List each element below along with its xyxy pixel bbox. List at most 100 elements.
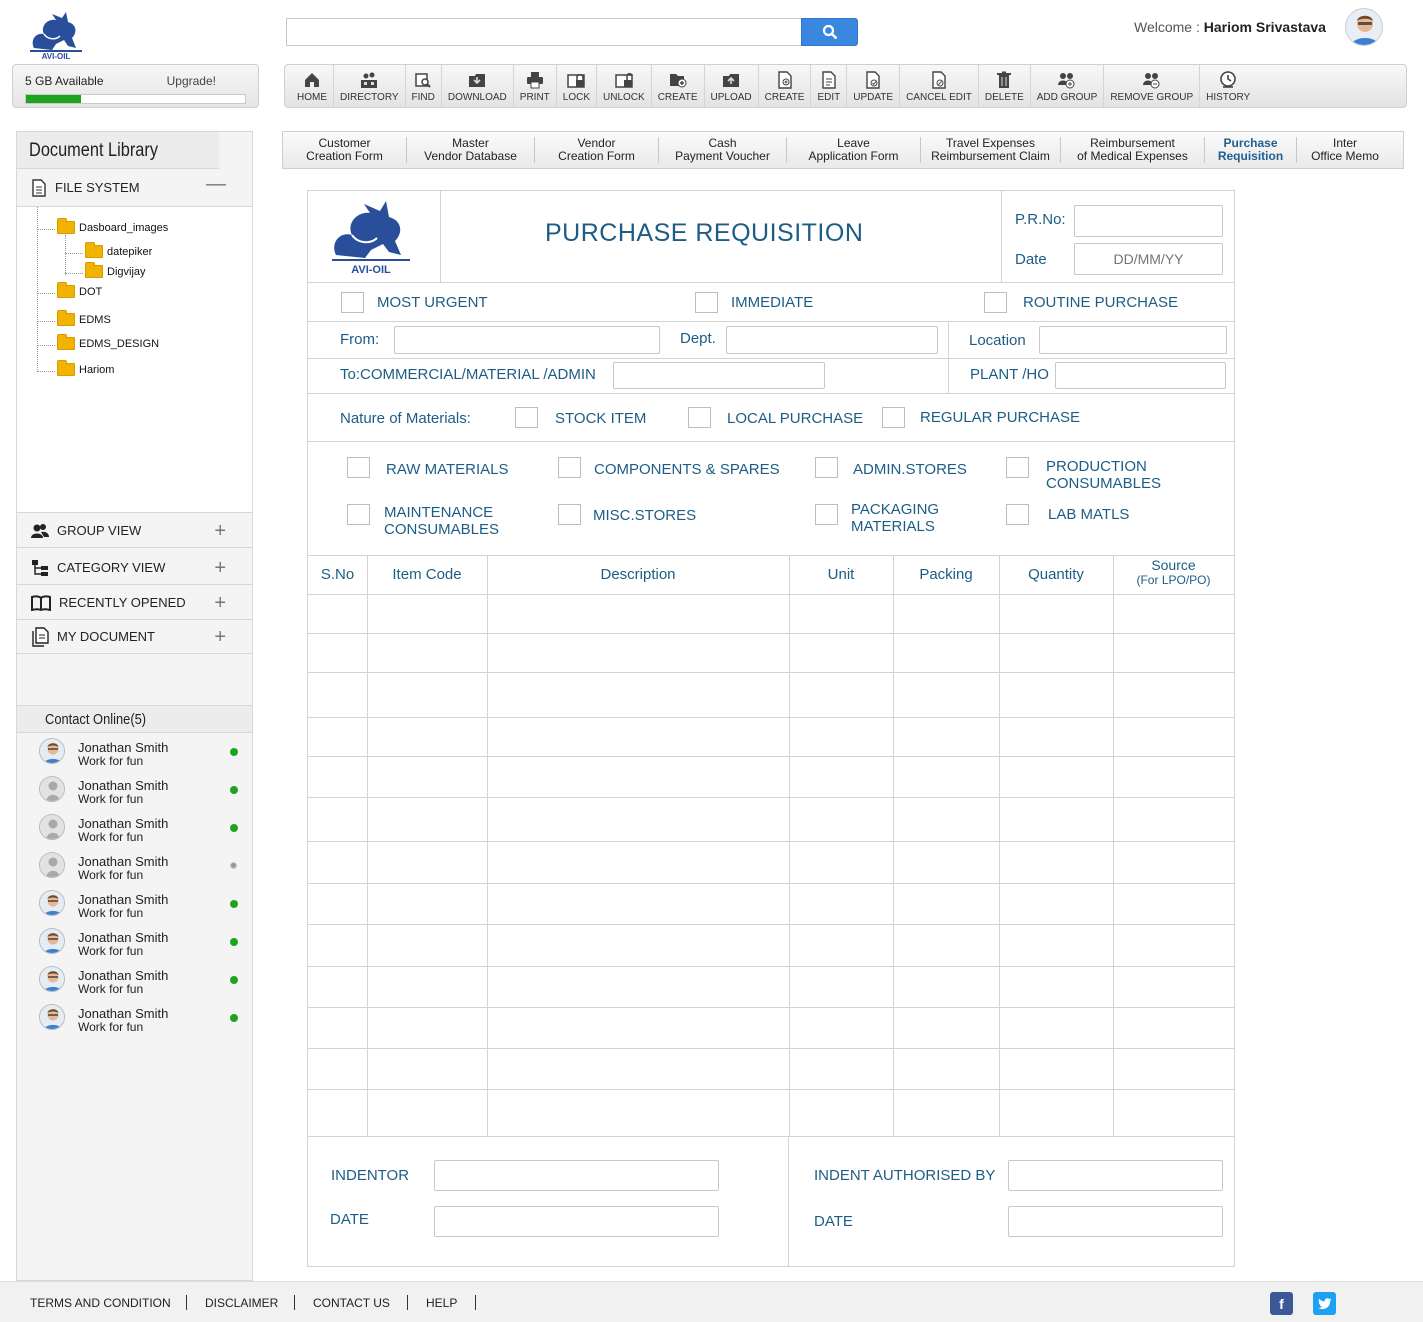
table-cell[interactable]: [1000, 757, 1112, 796]
table-cell[interactable]: [1114, 757, 1233, 796]
table-cell[interactable]: [1000, 718, 1112, 755]
toolbar-upload-button[interactable]: UPLOAD: [705, 65, 759, 107]
table-cell[interactable]: [894, 757, 998, 796]
table-cell[interactable]: [368, 595, 486, 632]
toolbar-create-button[interactable]: CREATE: [652, 65, 705, 107]
tab-customer-creation-form[interactable]: Customer Creation Form: [283, 137, 407, 163]
toolbar-cancel-edit-button[interactable]: CANCEL EDIT: [900, 65, 979, 107]
table-cell[interactable]: [488, 757, 788, 796]
table-cell[interactable]: [309, 798, 366, 840]
footer-terms-link[interactable]: TERMS AND CONDITION: [30, 1296, 171, 1310]
admin-stores-checkbox[interactable]: [815, 457, 838, 478]
tab-travel-expenses-reimbursement-claim[interactable]: Travel Expenses Reimbursement Claim: [921, 137, 1061, 163]
contact-item[interactable]: Jonathan Smith Work for fun: [37, 1002, 252, 1038]
misc-stores-checkbox[interactable]: [558, 504, 581, 525]
table-cell[interactable]: [1114, 673, 1233, 716]
tree-folder[interactable]: datepiker: [85, 242, 152, 258]
production-consumables-checkbox[interactable]: [1006, 457, 1029, 478]
tab-purchase-requisition[interactable]: Purchase Requisition: [1205, 137, 1297, 163]
toolbar-print-button[interactable]: PRINT: [514, 65, 557, 107]
table-cell[interactable]: [309, 1008, 366, 1047]
table-cell[interactable]: [894, 925, 998, 965]
table-cell[interactable]: [1000, 884, 1112, 923]
file-system-header[interactable]: FILE SYSTEM —: [17, 169, 252, 207]
tree-folder[interactable]: EDMS: [57, 310, 111, 326]
indent-authorised-input[interactable]: [1008, 1160, 1223, 1191]
most-urgent-checkbox[interactable]: [341, 292, 364, 313]
table-cell[interactable]: [894, 842, 998, 882]
table-cell[interactable]: [894, 673, 998, 716]
sidebar-category-view[interactable]: CATEGORY VIEW +: [17, 551, 252, 585]
table-cell[interactable]: [368, 798, 486, 840]
footer-disclaimer-link[interactable]: DISCLAIMER: [205, 1296, 278, 1310]
table-cell[interactable]: [790, 925, 892, 965]
sidebar-recently-opened[interactable]: RECENTLY OPENED +: [17, 586, 252, 620]
table-cell[interactable]: [309, 884, 366, 923]
table-cell[interactable]: [1114, 1090, 1233, 1135]
toolbar-download-button[interactable]: DOWNLOAD: [442, 65, 514, 107]
facebook-icon[interactable]: f: [1270, 1292, 1293, 1315]
toolbar-add-group-button[interactable]: ADD GROUP: [1031, 65, 1105, 107]
table-cell[interactable]: [309, 595, 366, 632]
table-cell[interactable]: [894, 634, 998, 671]
table-cell[interactable]: [488, 673, 788, 716]
table-cell[interactable]: [790, 757, 892, 796]
regular-purchase-checkbox[interactable]: [882, 407, 905, 428]
tree-folder[interactable]: Dasboard_images: [57, 218, 168, 234]
footer-help-link[interactable]: HELP: [426, 1296, 457, 1310]
from-input[interactable]: [394, 326, 660, 354]
tab-cash-payment-voucher[interactable]: Cash Payment Voucher: [659, 137, 787, 163]
sidebar-group-view[interactable]: GROUP VIEW +: [17, 514, 252, 548]
table-cell[interactable]: [368, 718, 486, 755]
table-cell[interactable]: [1000, 1008, 1112, 1047]
table-cell[interactable]: [790, 884, 892, 923]
table-cell[interactable]: [894, 1049, 998, 1088]
expand-icon[interactable]: +: [214, 592, 226, 615]
search-input[interactable]: [286, 18, 802, 46]
table-cell[interactable]: [1114, 1049, 1233, 1088]
table-cell[interactable]: [1114, 798, 1233, 840]
local-purchase-checkbox[interactable]: [688, 407, 711, 428]
contact-item[interactable]: Jonathan Smith Work for fun: [37, 888, 252, 924]
table-cell[interactable]: [1000, 798, 1112, 840]
footer-contact-link[interactable]: CONTACT US: [313, 1296, 390, 1310]
table-cell[interactable]: [368, 842, 486, 882]
plant-input[interactable]: [1055, 362, 1226, 389]
table-cell[interactable]: [1000, 967, 1112, 1006]
table-cell[interactable]: [368, 967, 486, 1006]
table-cell[interactable]: [368, 884, 486, 923]
table-cell[interactable]: [894, 967, 998, 1006]
table-cell[interactable]: [1000, 925, 1112, 965]
indentor-input[interactable]: [434, 1160, 719, 1191]
expand-icon[interactable]: +: [214, 557, 226, 580]
search-button[interactable]: [801, 18, 858, 46]
table-cell[interactable]: [790, 595, 892, 632]
table-cell[interactable]: [1114, 925, 1233, 965]
toolbar-create-button[interactable]: CREATE: [759, 65, 812, 107]
table-cell[interactable]: [790, 1090, 892, 1135]
tree-folder[interactable]: Digvijay: [85, 262, 146, 278]
tab-vendor-creation-form[interactable]: Vendor Creation Form: [535, 137, 659, 163]
table-cell[interactable]: [309, 967, 366, 1006]
to-input[interactable]: [613, 362, 825, 389]
location-input[interactable]: [1039, 326, 1227, 354]
authorised-date-input[interactable]: [1008, 1206, 1223, 1237]
contact-item[interactable]: Jonathan Smith Work for fun: [37, 736, 252, 772]
upgrade-link[interactable]: Upgrade!: [167, 74, 216, 88]
table-cell[interactable]: [309, 925, 366, 965]
tab-reimbursement-of-medical-expenses[interactable]: Reimbursement of Medical Expenses: [1061, 137, 1205, 163]
expand-icon[interactable]: +: [214, 520, 226, 543]
table-cell[interactable]: [309, 1049, 366, 1088]
toolbar-lock-button[interactable]: LOCK: [557, 65, 598, 107]
table-cell[interactable]: [488, 925, 788, 965]
tree-folder[interactable]: Hariom: [57, 360, 114, 376]
table-cell[interactable]: [488, 967, 788, 1006]
contact-item[interactable]: Jonathan Smith Work for fun: [37, 926, 252, 962]
sidebar-my-document[interactable]: MY DOCUMENT +: [17, 620, 252, 654]
routine-purchase-checkbox[interactable]: [984, 292, 1007, 313]
brand-logo[interactable]: AVI-OIL: [26, 10, 86, 61]
contact-item[interactable]: Jonathan Smith Work for fun: [37, 812, 252, 848]
table-cell[interactable]: [368, 673, 486, 716]
table-cell[interactable]: [309, 757, 366, 796]
table-cell[interactable]: [1114, 967, 1233, 1006]
